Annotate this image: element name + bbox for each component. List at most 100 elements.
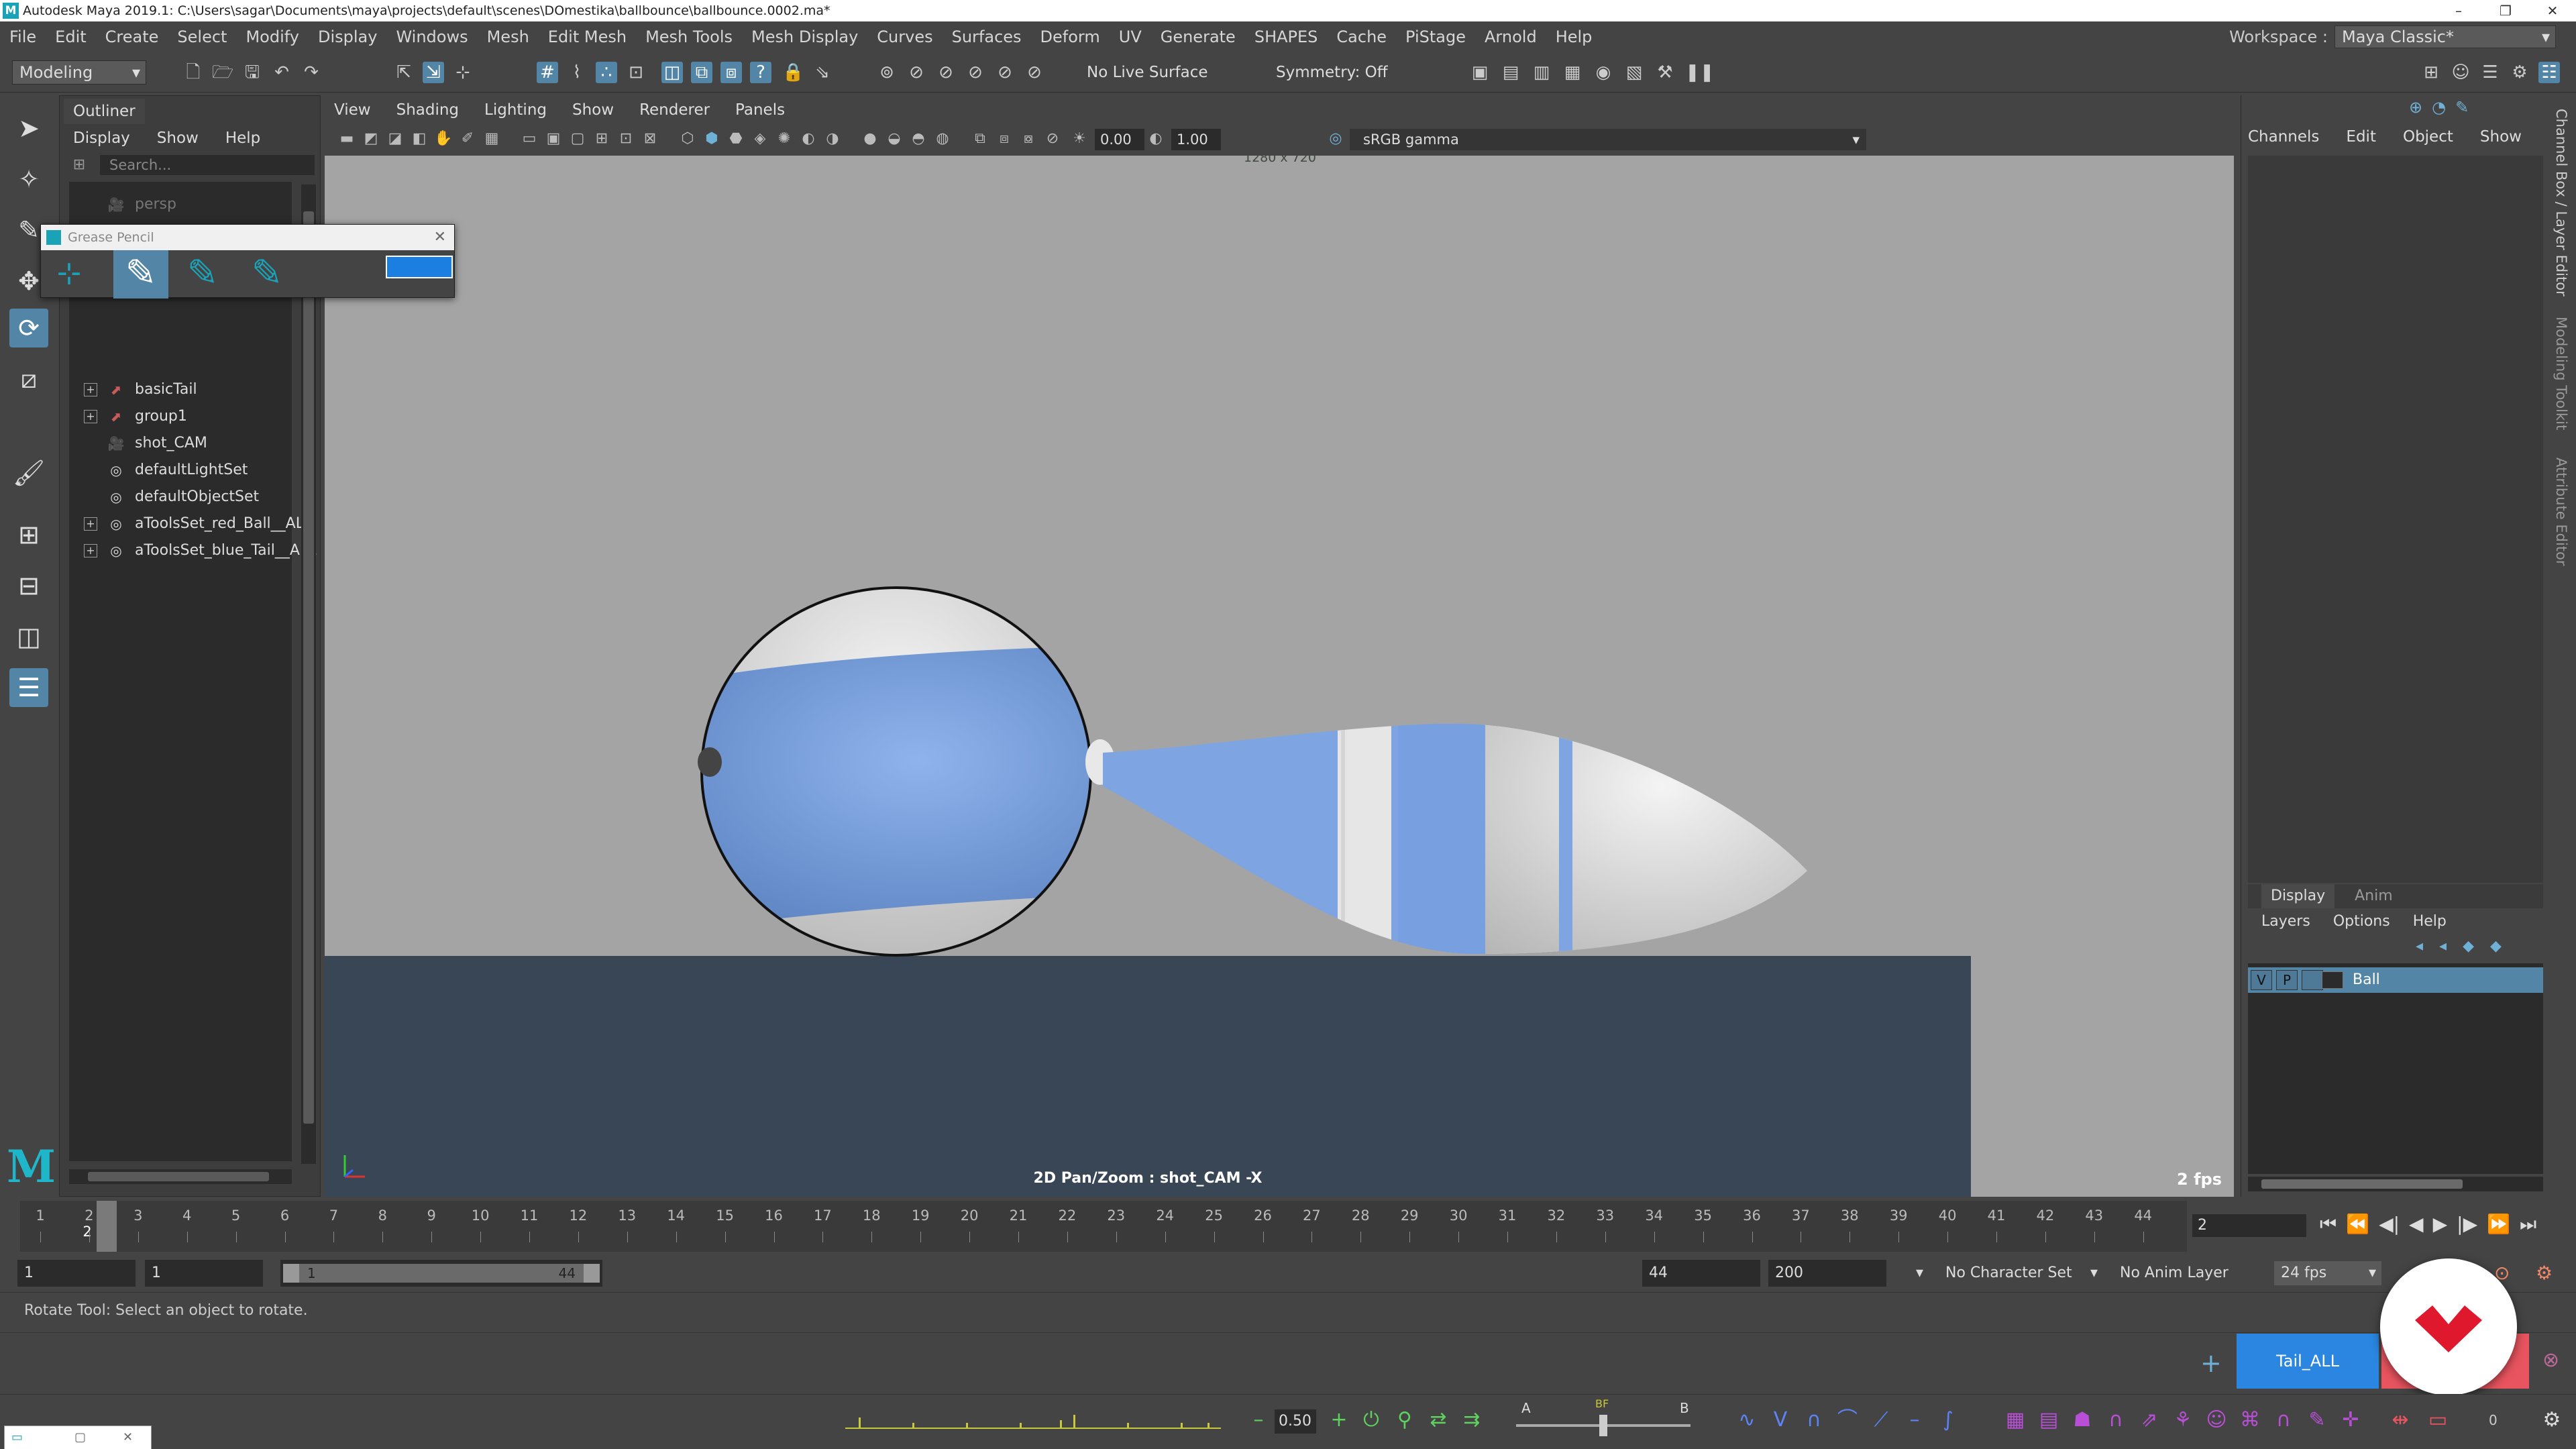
wireframe-on-shaded-icon[interactable]: ⬣: [726, 129, 746, 149]
layer-scrollbar[interactable]: [2248, 1177, 2543, 1191]
restore-icon[interactable]: ▢: [74, 1426, 86, 1449]
time-slider-track[interactable]: 2 1 2 3 4 5 6 7 8 9 10 11 12 13 14 15 16 17 18 19 20 21 22 23 2…: [20, 1201, 2187, 1252]
workspace-select[interactable]: Maya Classic*: [2334, 25, 2556, 48]
xray-icon[interactable]: ⧉: [970, 129, 990, 149]
range-slider-bar[interactable]: 1 44: [280, 1260, 602, 1287]
exposure-field[interactable]: 0.00: [1095, 129, 1144, 150]
taskbar-thumbnail[interactable]: ▭ ▢ ✕: [4, 1426, 152, 1449]
list-item[interactable]: + ⬈ basicTail: [69, 376, 292, 403]
scale-tool-icon[interactable]: ⧄: [9, 360, 48, 398]
xray-components-icon[interactable]: ⧇: [1018, 129, 1038, 149]
image-plane-icon[interactable]: ◧: [409, 129, 429, 149]
snap-point-icon[interactable]: ∴: [596, 62, 617, 83]
outliner-menu-show[interactable]: Show: [157, 125, 199, 151]
live-surface-label[interactable]: No Live Surface: [1087, 62, 1208, 83]
safe-title-icon[interactable]: ⊠: [640, 129, 660, 149]
magnet-live-icon[interactable]: ⊘: [994, 62, 1016, 83]
draw-icon[interactable]: ✎: [2304, 1407, 2330, 1434]
use-lights-icon[interactable]: ✺: [774, 129, 794, 149]
layers-help-menu[interactable]: Help: [2413, 908, 2447, 935]
share-icon[interactable]: ⚲: [1391, 1407, 1418, 1434]
flat-curve-icon[interactable]: –: [1901, 1407, 1928, 1434]
single-pane-layout-icon[interactable]: ⊞: [9, 515, 48, 554]
xray-joints-icon[interactable]: ⧈: [994, 129, 1014, 149]
depth-of-field-icon[interactable]: ◓: [908, 129, 928, 149]
channels-edit-menu[interactable]: Edit: [2346, 125, 2376, 149]
gamma-icon[interactable]: ◐: [1146, 129, 1166, 149]
channel-box-icon[interactable]: ☷: [2538, 62, 2560, 83]
blend-slider-handle[interactable]: [1599, 1415, 1607, 1436]
close-icon[interactable]: ✕: [2529, 0, 2576, 21]
layer-playback-toggle[interactable]: P: [2276, 970, 2298, 990]
layer-editor-toggle-icon[interactable]: ◔: [2432, 98, 2446, 117]
current-frame-field[interactable]: 2: [2192, 1214, 2306, 1237]
anim-layer-label[interactable]: No Anim Layer: [2120, 1260, 2229, 1287]
menu-mesh-display[interactable]: Mesh Display: [742, 28, 867, 46]
layers-menu[interactable]: Layers: [2261, 908, 2310, 935]
new-layer-selected-icon[interactable]: ◆: [2490, 938, 2502, 955]
range-start-handle[interactable]: [283, 1264, 299, 1283]
textured-icon[interactable]: ◈: [750, 129, 770, 149]
v-curve-icon[interactable]: V: [1767, 1407, 1794, 1434]
rotate-tool-icon[interactable]: ⟳: [9, 309, 48, 347]
new-layer-icon[interactable]: ◆: [2463, 938, 2474, 955]
viewport-menu-panels[interactable]: Panels: [735, 101, 785, 119]
viewport-menu-renderer[interactable]: Renderer: [639, 101, 710, 119]
dope-sheet-icon[interactable]: ▤: [2035, 1407, 2062, 1434]
expand-icon[interactable]: +: [84, 410, 97, 423]
link-icon[interactable]: ⇹: [2387, 1407, 2414, 1434]
outliner-layout-icon[interactable]: ☰: [9, 668, 48, 707]
select-object-icon[interactable]: ⇲: [423, 62, 444, 83]
bookmark-icon[interactable]: ◪: [385, 129, 405, 149]
play-forward-icon[interactable]: ▶: [2433, 1213, 2448, 1236]
smooth-shade-icon[interactable]: ⬢: [702, 129, 722, 149]
menu-curves[interactable]: Curves: [867, 28, 942, 46]
menu-edit-mesh[interactable]: Edit Mesh: [539, 28, 636, 46]
close-icon[interactable]: ✕: [123, 1426, 133, 1449]
expand-icon[interactable]: +: [84, 517, 97, 531]
ghost-icon[interactable]: ☗: [2069, 1407, 2096, 1434]
shadows-icon[interactable]: ◐: [798, 129, 818, 149]
end-time-field[interactable]: 200: [1768, 1260, 1886, 1287]
menu-cache[interactable]: Cache: [1327, 28, 1396, 46]
pointer-icon[interactable]: ⇗: [2136, 1407, 2163, 1434]
minus-icon[interactable]: –: [1245, 1407, 1272, 1434]
character-set-icon[interactable]: ▾: [1916, 1260, 1923, 1287]
tab-modeling-toolkit[interactable]: Modeling Toolkit: [2553, 317, 2569, 430]
list-item[interactable]: ◎ defaultLightSet: [69, 457, 292, 484]
tab-attribute-editor[interactable]: Attribute Editor: [2553, 458, 2569, 566]
redo-icon[interactable]: ↷: [301, 62, 322, 83]
layer-color-swatch[interactable]: [2322, 971, 2343, 989]
safe-action-icon[interactable]: ⊡: [616, 129, 636, 149]
motion-blur-icon[interactable]: ●: [860, 129, 880, 149]
pose-icon[interactable]: ⚘: [2169, 1407, 2196, 1434]
channels-menu[interactable]: Channels: [2248, 125, 2319, 149]
exposure-icon[interactable]: ☀: [1069, 129, 1089, 149]
add-frame-icon[interactable]: ⊹: [48, 250, 91, 299]
list-item[interactable]: + ◎ aToolsSet_blue_Tail__ALL: [69, 537, 316, 564]
menu-help[interactable]: Help: [1546, 28, 1602, 46]
outliner-menu-help[interactable]: Help: [225, 125, 260, 151]
options-menu[interactable]: Options: [2333, 908, 2390, 935]
undo-icon[interactable]: ↶: [271, 62, 292, 83]
layer-row[interactable]: V P Ball: [2248, 967, 2543, 993]
tab-anim[interactable]: Anim: [2355, 884, 2393, 908]
input-output-icon[interactable]: ⧈: [720, 62, 742, 83]
tab-channel-box[interactable]: Channel Box / Layer Editor: [2553, 109, 2569, 297]
film-gate-icon[interactable]: ▭: [519, 129, 539, 149]
character-icon[interactable]: ☺: [2203, 1407, 2230, 1434]
go-to-end-icon[interactable]: ⏭: [2520, 1213, 2536, 1236]
snap-view-icon[interactable]: ⊡: [625, 62, 647, 83]
tab-display[interactable]: Display: [2261, 884, 2335, 908]
list-item[interactable]: + ⬈ group1: [69, 403, 292, 430]
render-sequence-icon[interactable]: ▤: [1500, 62, 1521, 83]
isolate-icon[interactable]: ◍: [932, 129, 953, 149]
edit-icon[interactable]: ✎: [2455, 98, 2469, 117]
lasso-tool-icon[interactable]: ✧: [9, 160, 48, 199]
add-set-icon[interactable]: +: [2200, 1348, 2222, 1378]
magnet-curve-icon[interactable]: ⊘: [906, 62, 927, 83]
snap-grid-icon[interactable]: #: [537, 62, 558, 83]
range-end-handle[interactable]: [584, 1264, 600, 1283]
pause-icon[interactable]: ❚❚: [1685, 62, 1715, 83]
mirror-pose-icon[interactable]: ⌘: [2237, 1407, 2263, 1434]
